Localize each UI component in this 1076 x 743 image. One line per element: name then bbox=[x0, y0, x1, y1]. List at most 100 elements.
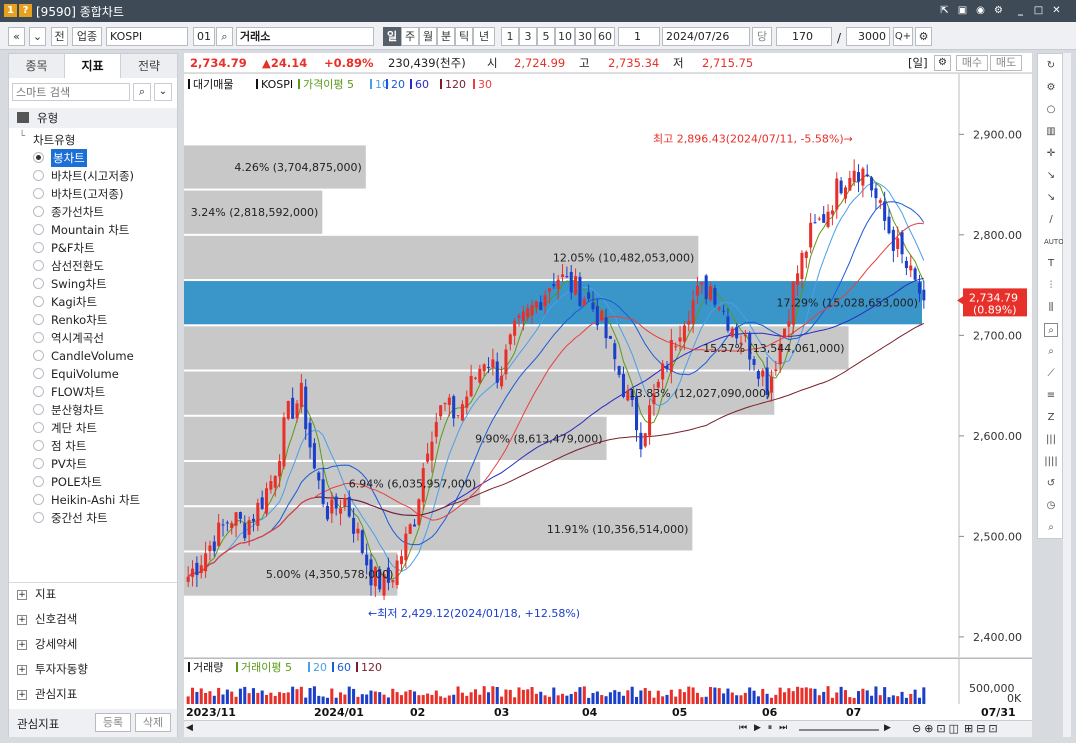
num-1-button[interactable]: 1 bbox=[501, 27, 519, 46]
close-icon[interactable]: ✕ bbox=[1050, 4, 1063, 17]
chart-type-radio[interactable] bbox=[33, 494, 44, 505]
chart-type-label[interactable]: 삼선전환도 bbox=[51, 257, 104, 275]
chart-type-label[interactable]: 봉차트 bbox=[51, 149, 87, 167]
undo-icon[interactable]: ↺ bbox=[1044, 477, 1058, 491]
expand-icon[interactable]: + bbox=[17, 639, 27, 650]
chart-type-radio[interactable] bbox=[33, 440, 44, 451]
price-chart-panel[interactable]: 2,400.00 2,500.00 2,600.00 2,700.00 2,800.00… bbox=[184, 74, 1032, 657]
tab-stock[interactable]: 종목 bbox=[9, 54, 65, 78]
expand-icon[interactable]: + bbox=[17, 589, 27, 600]
chart-type-radio[interactable] bbox=[33, 404, 44, 415]
cross-tool-icon[interactable]: ✛ bbox=[1044, 147, 1058, 161]
chart-tool-icon[interactable]: ▥ bbox=[1044, 125, 1058, 139]
chart-type-label[interactable]: 역시계곡선 bbox=[51, 329, 104, 347]
chart-type-radio[interactable] bbox=[33, 512, 44, 523]
section-item[interactable]: + 관심지표 bbox=[17, 685, 77, 703]
zoom-controls-icon[interactable]: ⊖⊕⊡◫ bbox=[912, 722, 962, 735]
right-scrollbar[interactable] bbox=[1063, 53, 1071, 737]
chart-type-label[interactable]: 종가선차트 bbox=[51, 203, 104, 221]
index-num-field[interactable]: 01 bbox=[193, 27, 215, 46]
settings-icon[interactable]: ⚙ bbox=[1044, 81, 1058, 95]
scroll-track[interactable] bbox=[799, 729, 879, 731]
window-badge-help[interactable]: ? bbox=[19, 4, 32, 17]
tree-root[interactable]: 차트유형 bbox=[33, 131, 75, 149]
chart-type-label[interactable]: Mountain 차트 bbox=[51, 221, 129, 239]
total-field[interactable]: 3000 bbox=[846, 27, 890, 46]
index-code-select[interactable]: KOSPI bbox=[106, 27, 188, 46]
ray-tool-icon[interactable]: ↘ bbox=[1044, 191, 1058, 205]
auto-tool-icon[interactable]: AUTO bbox=[1044, 235, 1064, 249]
tab-indicator[interactable]: 지표 bbox=[65, 54, 121, 78]
vertical-lines-icon[interactable]: ||| bbox=[1044, 433, 1058, 447]
chart-type-radio[interactable] bbox=[33, 188, 44, 199]
chart-type-label[interactable]: Swing차트 bbox=[51, 275, 107, 293]
search-icon[interactable]: ⌕ bbox=[133, 83, 151, 101]
chart-type-radio[interactable] bbox=[33, 458, 44, 469]
chart-type-label[interactable]: 분산형차트 bbox=[51, 401, 104, 419]
chevron-down-icon[interactable]: ⌄ bbox=[29, 27, 46, 46]
chart-type-radio[interactable] bbox=[33, 170, 44, 181]
period-month-button[interactable]: 월 bbox=[419, 27, 437, 46]
circle-tool-icon[interactable]: ○ bbox=[1044, 103, 1058, 117]
count-small-field[interactable]: 1 bbox=[618, 27, 660, 46]
chart-type-radio[interactable] bbox=[33, 242, 44, 253]
price-chart[interactable]: 2,400.00 2,500.00 2,600.00 2,700.00 2,800.00… bbox=[184, 74, 1032, 657]
view-controls-icon[interactable]: ⊞⊟⊡ bbox=[964, 722, 1001, 735]
chart-type-radio[interactable] bbox=[33, 224, 44, 235]
period-minute-button[interactable]: 분 bbox=[437, 27, 455, 46]
pin-icon[interactable]: ⇱ bbox=[938, 4, 951, 17]
num-10-button[interactable]: 10 bbox=[555, 27, 575, 46]
upjong-button[interactable]: 업종 bbox=[72, 27, 102, 46]
smart-search-input[interactable] bbox=[12, 83, 130, 101]
chart-type-radio[interactable] bbox=[33, 332, 44, 343]
camera-icon[interactable]: ◉ bbox=[974, 4, 987, 17]
period-day-button[interactable]: 일 bbox=[383, 27, 401, 46]
chart-type-label[interactable]: PV차트 bbox=[51, 455, 87, 473]
minimize-icon[interactable]: _ bbox=[1014, 4, 1027, 17]
chart-type-label[interactable]: Renko차트 bbox=[51, 311, 107, 329]
section-item[interactable]: + 투자자동향 bbox=[17, 660, 88, 678]
chart-type-radio[interactable] bbox=[33, 386, 44, 397]
gear-icon[interactable]: ⚙ bbox=[915, 27, 932, 46]
chevron-down-icon[interactable]: ⌄ bbox=[154, 83, 172, 101]
num-60-button[interactable]: 60 bbox=[595, 27, 615, 46]
chart-type-radio[interactable] bbox=[33, 152, 44, 163]
chart-type-label[interactable]: 중간선 차트 bbox=[51, 509, 108, 527]
chart-type-radio[interactable] bbox=[33, 422, 44, 433]
zoom-out-icon[interactable]: ⌕ bbox=[1044, 345, 1058, 359]
group-header[interactable]: 유형 bbox=[9, 108, 177, 128]
maximize-icon[interactable]: □ bbox=[1032, 4, 1045, 17]
num-3-button[interactable]: 3 bbox=[519, 27, 537, 46]
vertical-lines-2-icon[interactable]: |||| bbox=[1044, 455, 1058, 469]
chart-type-label[interactable]: 계단 차트 bbox=[51, 419, 97, 437]
search-icon[interactable]: ⌕ bbox=[216, 27, 233, 46]
section-item[interactable]: + 강세약세 bbox=[17, 635, 77, 653]
candle-tool-icon[interactable]: ⫼ bbox=[1044, 301, 1058, 315]
chart-type-label[interactable]: POLE차트 bbox=[51, 473, 102, 491]
line-tool-icon[interactable]: ↘ bbox=[1044, 169, 1058, 183]
section-item[interactable]: + 지표 bbox=[17, 585, 56, 603]
z-tool-icon[interactable]: Z bbox=[1044, 411, 1058, 425]
period-year-button[interactable]: 년 bbox=[473, 27, 495, 46]
sell-button[interactable]: 매도 bbox=[990, 55, 1022, 71]
pattern-icon[interactable]: ⫶ bbox=[1044, 279, 1058, 293]
tab-strategy[interactable]: 전략 bbox=[121, 54, 178, 78]
settings-icon[interactable]: ⚙ bbox=[992, 4, 1005, 17]
section-item[interactable]: + 신호검색 bbox=[17, 610, 77, 628]
dang-button[interactable]: 당 bbox=[752, 27, 772, 46]
playback-controls-icon[interactable]: ⏮ ▶ ⏸ ⏭ bbox=[739, 723, 789, 733]
chart-type-radio[interactable] bbox=[33, 296, 44, 307]
delete-button[interactable]: 삭제 bbox=[135, 713, 171, 732]
volume-chart-panel[interactable]: 거래량 거래이평 5 20 60 120 500,000 0K bbox=[184, 658, 1032, 705]
period-tick-button[interactable]: 틱 bbox=[455, 27, 473, 46]
chart-type-label[interactable]: 바차트(시고저종) bbox=[51, 167, 134, 185]
chart-type-radio[interactable] bbox=[33, 476, 44, 487]
chart-type-label[interactable]: 점 차트 bbox=[51, 437, 86, 455]
chart-type-radio[interactable] bbox=[33, 368, 44, 379]
expand-icon[interactable]: + bbox=[17, 664, 27, 675]
jeon-button[interactable]: 전 bbox=[51, 27, 68, 46]
zoom-in-icon[interactable]: ⌕ bbox=[1044, 323, 1058, 337]
refresh-icon[interactable]: ↻ bbox=[1044, 59, 1058, 73]
save-icon[interactable]: ▣ bbox=[956, 4, 969, 17]
chart-type-radio[interactable] bbox=[33, 278, 44, 289]
